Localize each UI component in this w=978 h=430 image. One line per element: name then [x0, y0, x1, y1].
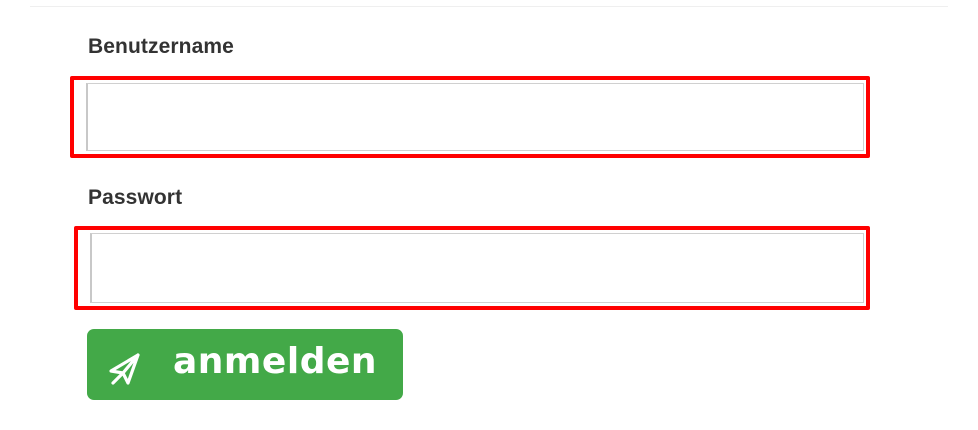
username-field-highlight — [70, 76, 870, 158]
login-button[interactable]: anmelden — [87, 329, 403, 400]
username-input[interactable] — [86, 83, 864, 151]
username-label: Benutzername — [88, 35, 234, 58]
password-label: Passwort — [88, 186, 183, 209]
top-divider — [30, 6, 948, 7]
login-button-label: anmelden — [173, 341, 378, 382]
password-input[interactable] — [90, 233, 864, 303]
paper-plane-icon — [107, 351, 143, 387]
password-field-highlight — [74, 226, 870, 310]
